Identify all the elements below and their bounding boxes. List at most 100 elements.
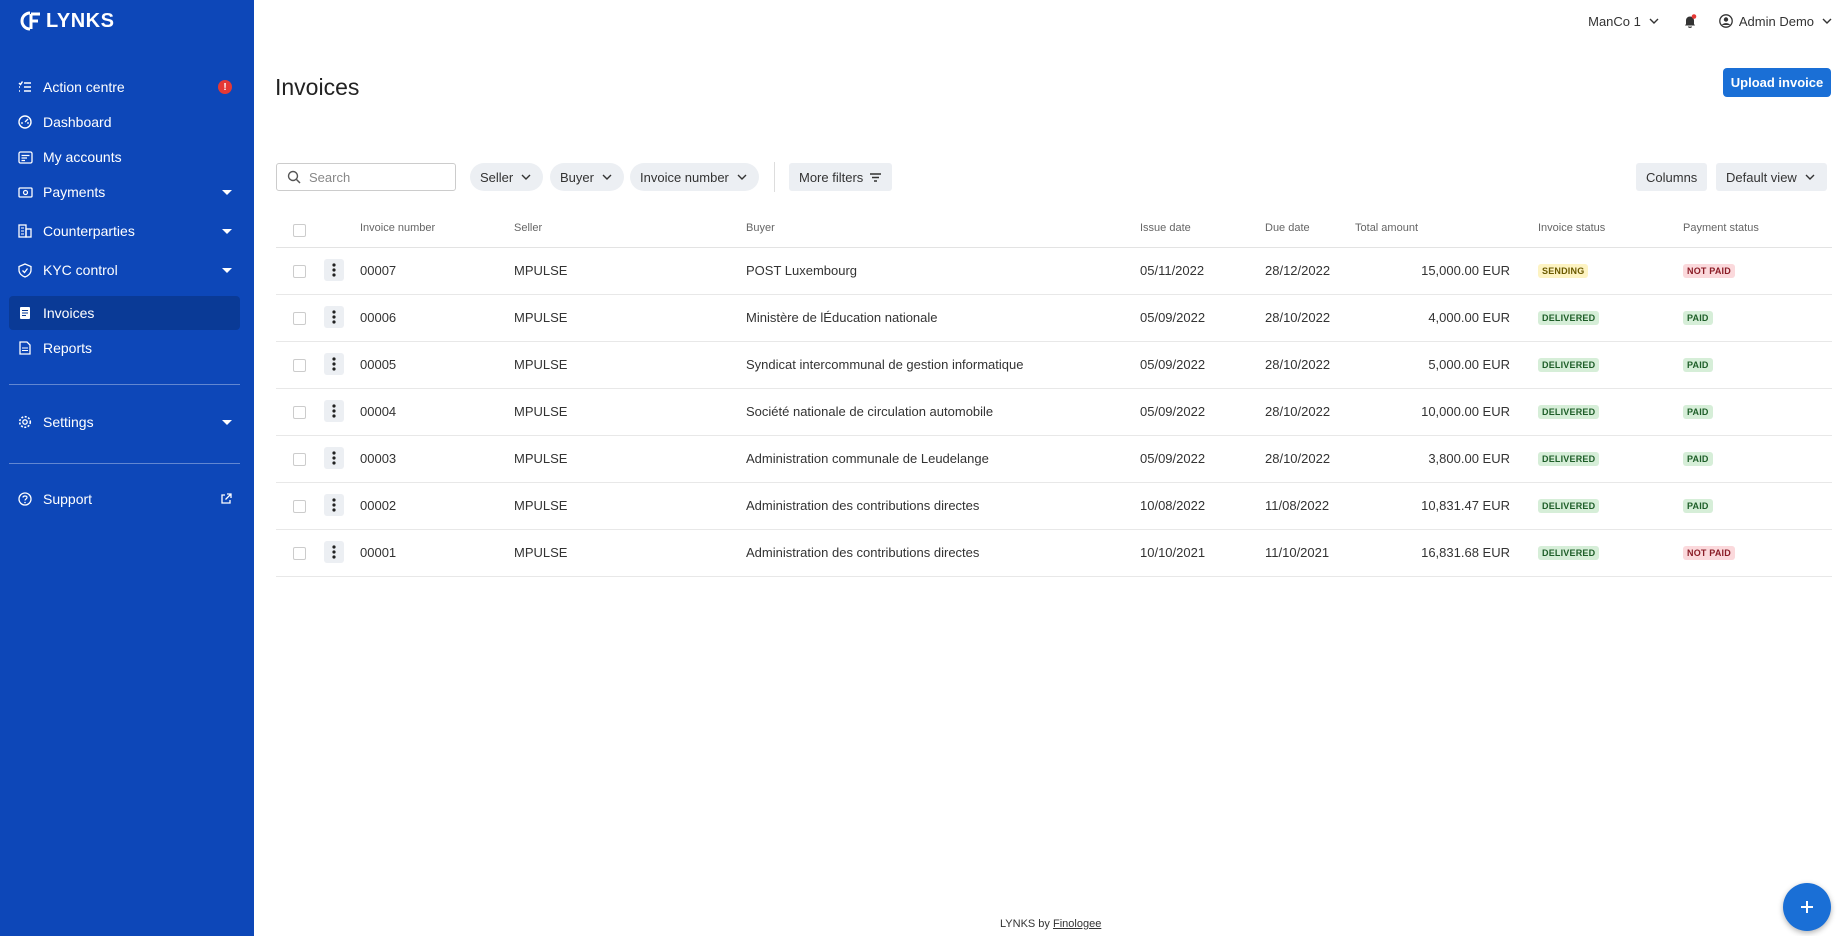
sidebar-item-support[interactable]: Support xyxy=(9,482,240,516)
issue-date: 05/09/2022 xyxy=(1140,357,1206,372)
table-row[interactable]: 00001 MPULSE Administration des contributi… xyxy=(276,530,1832,577)
row-checkbox[interactable] xyxy=(293,312,306,325)
row-actions-button[interactable] xyxy=(324,494,344,516)
row-actions-button[interactable] xyxy=(324,259,344,281)
col-invoice-status[interactable]: Invoice status xyxy=(1538,222,1605,234)
col-total-amount[interactable]: Total amount xyxy=(1355,222,1418,234)
sidebar-item-counterparties[interactable]: Counterparties xyxy=(9,214,240,248)
sidebar-item-settings[interactable]: Settings xyxy=(9,405,240,439)
payment-status-badge: NOT PAID xyxy=(1683,546,1735,560)
search-box[interactable] xyxy=(276,163,456,191)
checklist-icon xyxy=(17,79,33,95)
more-vertical-icon xyxy=(332,545,336,559)
row-checkbox[interactable] xyxy=(293,359,306,372)
table-row[interactable]: 00007 MPULSE POST Luxembourg 05/11/2022 28/1… xyxy=(276,248,1832,295)
payment-status-badge: NOT PAID xyxy=(1683,264,1735,278)
col-payment-status[interactable]: Payment status xyxy=(1683,222,1759,234)
invoice-number[interactable]: 00007 xyxy=(360,263,396,278)
table-row[interactable]: 00003 MPULSE Administration communale de L… xyxy=(276,436,1832,483)
more-filters-button[interactable]: More filters xyxy=(789,163,893,191)
col-due-date[interactable]: Due date xyxy=(1265,222,1310,234)
invoice-number[interactable]: 00001 xyxy=(360,545,396,560)
add-fab-button[interactable] xyxy=(1783,883,1831,931)
row-actions-button[interactable] xyxy=(324,306,344,328)
user-menu[interactable]: Admin Demo xyxy=(1719,14,1834,29)
sidebar-item-action-centre[interactable]: Action centre ! xyxy=(9,70,240,104)
sidebar-item-invoices[interactable]: Invoices xyxy=(9,296,240,330)
sidebar-item-reports[interactable]: Reports xyxy=(9,331,240,365)
invoice-number[interactable]: 00002 xyxy=(360,498,396,513)
invoice-number[interactable]: 00003 xyxy=(360,451,396,466)
due-date: 28/10/2022 xyxy=(1265,310,1331,325)
row-checkbox[interactable] xyxy=(293,406,306,419)
sidebar-item-label: Invoices xyxy=(43,305,95,321)
user-name: Admin Demo xyxy=(1738,13,1814,29)
row-actions-button[interactable] xyxy=(324,541,344,563)
sidebar-item-payments[interactable]: Payments xyxy=(9,175,240,209)
search-input[interactable] xyxy=(309,169,439,185)
due-date: 28/10/2022 xyxy=(1265,404,1331,419)
search-icon xyxy=(287,170,301,184)
total-amount: 5,000.00 EUR xyxy=(1428,357,1510,372)
seller: MPULSE xyxy=(514,310,568,325)
caret-down-icon xyxy=(222,189,232,195)
seller-filter[interactable]: Seller xyxy=(470,163,544,191)
table-row[interactable]: 00006 MPULSE Ministère de lÉducation natio… xyxy=(276,295,1832,342)
bell-icon xyxy=(1684,13,1697,28)
sidebar: LYNKS Action centre ! Dashboard My accou… xyxy=(0,0,254,936)
upload-invoice-button[interactable]: Upload invoice xyxy=(1723,68,1831,97)
col-issue-date[interactable]: Issue date xyxy=(1140,222,1191,234)
filter-toolbar: Seller Buyer Invoice number More filters… xyxy=(276,162,1832,192)
due-date: 11/08/2022 xyxy=(1265,498,1330,513)
notification-badge: ! xyxy=(218,80,232,94)
col-seller[interactable]: Seller xyxy=(514,222,542,234)
row-checkbox[interactable] xyxy=(293,500,306,513)
row-checkbox[interactable] xyxy=(293,265,306,278)
sidebar-item-label: Reports xyxy=(43,340,93,356)
chevron-down-icon xyxy=(1649,18,1659,24)
invoice-number[interactable]: 00005 xyxy=(360,357,396,372)
seller: MPULSE xyxy=(514,263,568,278)
filter-label: Seller xyxy=(480,169,514,185)
caret-down-icon xyxy=(222,228,232,234)
invoice-status-badge: DELIVERED xyxy=(1538,499,1600,513)
issue-date: 10/08/2022 xyxy=(1140,498,1206,513)
row-checkbox[interactable] xyxy=(293,547,306,560)
sidebar-item-my-accounts[interactable]: My accounts xyxy=(9,140,240,174)
buildings-icon xyxy=(17,223,33,239)
more-vertical-icon xyxy=(332,404,336,418)
col-buyer[interactable]: Buyer xyxy=(746,222,775,234)
select-all-checkbox[interactable] xyxy=(293,224,306,237)
payment-status-badge: PAID xyxy=(1683,405,1713,419)
finologee-link[interactable]: Finologee xyxy=(1053,918,1101,930)
invoice-status-badge: SENDING xyxy=(1538,264,1589,278)
row-actions-button[interactable] xyxy=(324,447,344,469)
sidebar-divider xyxy=(9,384,240,385)
notifications-button[interactable] xyxy=(1683,13,1697,29)
seller: MPULSE xyxy=(514,451,568,466)
issue-date: 05/09/2022 xyxy=(1140,310,1206,325)
sidebar-item-dashboard[interactable]: Dashboard xyxy=(9,105,240,139)
sidebar-item-label: Settings xyxy=(43,414,94,430)
row-actions-button[interactable] xyxy=(324,353,344,375)
invoice-number-filter[interactable]: Invoice number xyxy=(630,163,759,191)
sidebar-item-kyc-control[interactable]: KYC control xyxy=(9,253,240,287)
lynks-logo[interactable]: LYNKS xyxy=(20,8,114,34)
buyer: Ministère de lÉducation nationale xyxy=(746,310,938,325)
columns-button[interactable]: Columns xyxy=(1636,163,1708,191)
row-checkbox[interactable] xyxy=(293,453,306,466)
col-invoice-number[interactable]: Invoice number xyxy=(360,222,435,234)
table-row[interactable]: 00005 MPULSE Syndicat intercommunal de ges… xyxy=(276,342,1832,389)
buyer-filter[interactable]: Buyer xyxy=(550,163,624,191)
sidebar-item-label: Dashboard xyxy=(43,114,112,130)
view-selector[interactable]: Default view xyxy=(1716,163,1827,191)
row-actions-button[interactable] xyxy=(324,400,344,422)
table-body: 00007 MPULSE POST Luxembourg 05/11/2022 28/1… xyxy=(276,248,1832,577)
invoice-number[interactable]: 00004 xyxy=(360,404,396,419)
invoice-number[interactable]: 00006 xyxy=(360,310,396,325)
table-row[interactable]: 00004 MPULSE Société nationale de circulat… xyxy=(276,389,1832,436)
user-avatar-icon xyxy=(1719,14,1733,28)
invoice-status-badge: DELIVERED xyxy=(1538,405,1600,419)
table-row[interactable]: 00002 MPULSE Administration des contributi… xyxy=(276,483,1832,530)
company-selector[interactable]: ManCo 1 xyxy=(1588,14,1661,29)
